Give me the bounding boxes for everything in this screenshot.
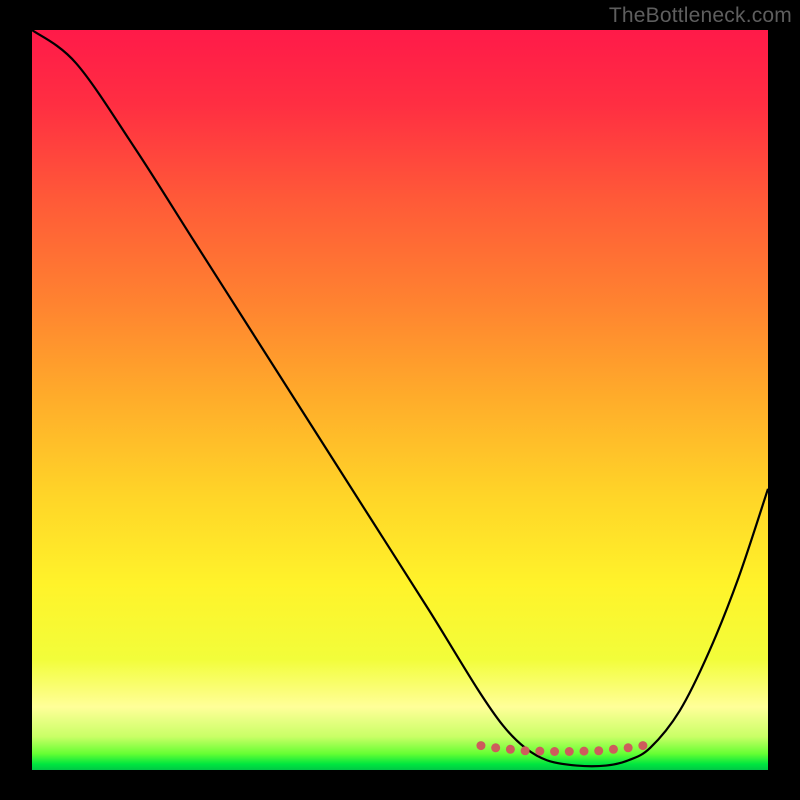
low-band-dot (535, 747, 544, 756)
low-band-dot (506, 745, 515, 754)
low-band-dot (638, 741, 647, 750)
chart-container: TheBottleneck.com (0, 0, 800, 800)
low-band-dot (521, 746, 530, 755)
low-band-dot (580, 747, 589, 756)
low-band-dot (550, 747, 559, 756)
low-band-dot (491, 743, 500, 752)
low-band-dot (594, 746, 603, 755)
low-band-dot (609, 745, 618, 754)
watermark-text: TheBottleneck.com (609, 4, 792, 28)
low-band-dot (476, 741, 485, 750)
gradient-background (32, 30, 768, 770)
low-band-dot (565, 747, 574, 756)
low-band-dot (624, 743, 633, 752)
bottleneck-chart (0, 0, 800, 800)
